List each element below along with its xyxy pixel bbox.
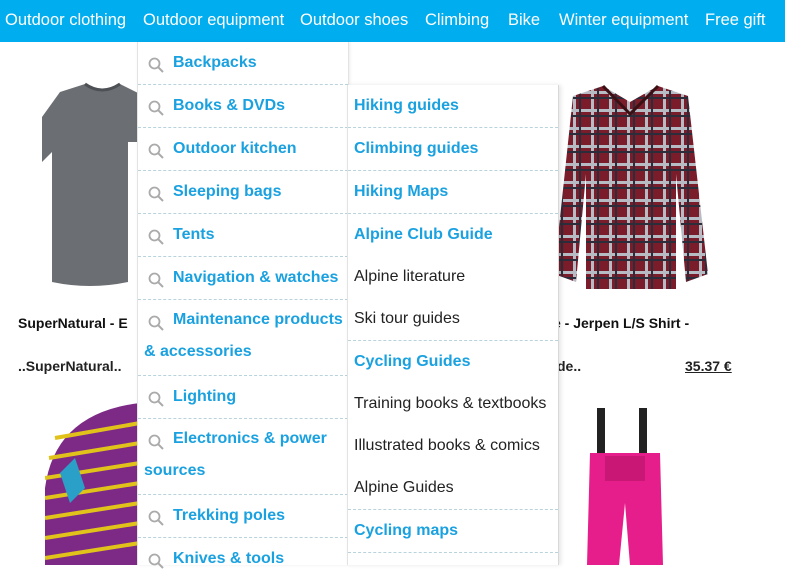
menu-item-label: Electronics & power sources (144, 430, 327, 479)
menu-item-label: Trekking poles (173, 507, 286, 524)
product-brand-right: de.. (557, 358, 582, 374)
beanie-image (44, 403, 141, 565)
menu-item-label: Navigation & watches (173, 269, 339, 286)
submenu-training-books[interactable]: Training books & textbooks (348, 383, 558, 425)
submenu-ski-tour-guides[interactable]: Ski tour guides (348, 298, 558, 341)
nav-climbing[interactable]: Climbing (425, 11, 489, 30)
menu-item-knives-tools[interactable]: Knives & tools (138, 538, 348, 581)
menu-item-label: Maintenance products & accessories (144, 311, 343, 360)
menu-item-outdoor-kitchen[interactable]: Outdoor kitchen (138, 128, 348, 171)
search-icon (148, 100, 164, 116)
submenu-cycling-maps[interactable]: Cycling maps (348, 510, 558, 553)
menu-item-label: Tents (173, 226, 215, 243)
menu-item-label: Knives & tools (173, 550, 285, 567)
menu-item-navigation-watches[interactable]: Navigation & watches (138, 257, 348, 300)
search-icon (148, 553, 164, 569)
nav-bike[interactable]: Bike (508, 11, 540, 30)
submenu-illustrated-books[interactable]: Illustrated books & comics (348, 425, 558, 467)
search-icon (148, 143, 164, 159)
menu-item-sleeping-bags[interactable]: Sleeping bags (138, 171, 348, 214)
menu-item-label: Backpacks (173, 54, 257, 71)
product-shirt-image[interactable] (548, 84, 713, 294)
menu-item-electronics[interactable]: Electronics & power sources (138, 419, 348, 495)
menu-item-label: Sleeping bags (173, 183, 282, 200)
submenu-alpine-club-guide[interactable]: Alpine Club Guide (348, 214, 558, 256)
nav-free-gift[interactable]: Free gift (705, 11, 766, 30)
nav-outdoor-equipment[interactable]: Outdoor equipment (143, 11, 284, 30)
books-dvds-submenu: Hiking guides Climbing guides Hiking Map… (347, 85, 559, 565)
menu-item-maintenance[interactable]: Maintenance products & accessories (138, 300, 348, 376)
menu-item-trekking-poles[interactable]: Trekking poles (138, 495, 348, 538)
product-pants-image[interactable] (585, 408, 665, 565)
submenu-hiking-maps[interactable]: Hiking Maps (348, 171, 558, 214)
search-icon (148, 391, 164, 407)
search-icon (148, 229, 164, 245)
top-navigation: Outdoor clothing Outdoor equipment Outdo… (0, 0, 785, 42)
nav-outdoor-clothing[interactable]: Outdoor clothing (5, 11, 126, 30)
search-icon (148, 186, 164, 202)
nav-winter-equipment[interactable]: Winter equipment (559, 11, 688, 30)
product-price-right[interactable]: 35.37 € (685, 358, 732, 374)
product-name-left[interactable]: SuperNatural - E (18, 315, 128, 331)
nav-outdoor-shoes[interactable]: Outdoor shoes (300, 11, 408, 30)
menu-item-lighting[interactable]: Lighting (138, 376, 348, 419)
menu-item-label: Books & DVDs (173, 97, 286, 114)
plaid-shirt-image (554, 84, 708, 289)
menu-item-tents[interactable]: Tents (138, 214, 348, 257)
submenu-alpine-guides[interactable]: Alpine Guides (348, 467, 558, 510)
submenu-alpine-literature[interactable]: Alpine literature (348, 256, 558, 298)
menu-item-label: Lighting (173, 388, 237, 405)
product-brand-left: ..SuperNatural.. (18, 358, 122, 374)
product-beanie-image[interactable] (44, 398, 141, 565)
outdoor-equipment-dropdown: Backpacks Books & DVDs Outdoor kitchen S… (137, 42, 349, 569)
product-tshirt-image[interactable] (40, 82, 140, 292)
product-name-right[interactable]: e - Jerpen L/S Shirt - (553, 315, 689, 331)
submenu-hiking-guides[interactable]: Hiking guides (348, 85, 558, 128)
submenu-cycling-guides[interactable]: Cycling Guides (348, 341, 558, 383)
search-icon (148, 57, 164, 73)
menu-item-books-dvds[interactable]: Books & DVDs (138, 85, 348, 128)
ski-pants-image (587, 408, 663, 565)
search-icon (148, 272, 164, 288)
tshirt-image (42, 82, 140, 286)
menu-item-backpacks[interactable]: Backpacks (138, 42, 348, 85)
menu-item-label: Outdoor kitchen (173, 140, 297, 157)
submenu-climbing-guides[interactable]: Climbing guides (348, 128, 558, 171)
search-icon (148, 510, 164, 526)
